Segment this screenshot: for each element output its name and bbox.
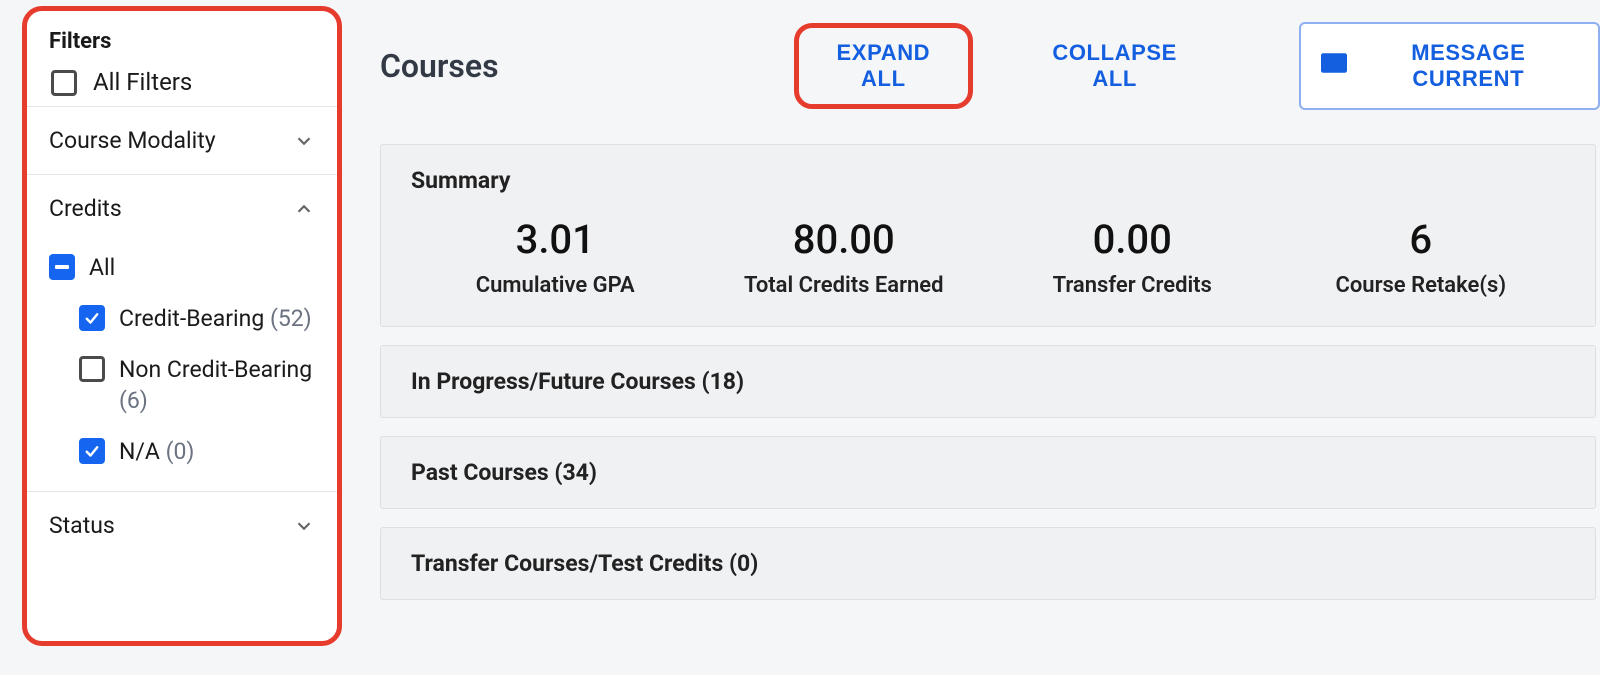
- credits-non-credit-row[interactable]: Non Credit-Bearing (6): [49, 344, 315, 426]
- all-filters-checkbox[interactable]: [51, 70, 77, 96]
- filter-group-status-header[interactable]: Status: [27, 492, 337, 559]
- stat-label: Cumulative GPA: [421, 273, 690, 298]
- filter-group-modality-header[interactable]: Course Modality: [27, 107, 337, 174]
- filter-group-status-label: Status: [49, 512, 115, 539]
- stat-transfer-credits: 0.00 Transfer Credits: [988, 212, 1277, 318]
- chevron-down-icon: [293, 130, 315, 152]
- chevron-down-icon: [293, 515, 315, 537]
- stat-course-retakes: 6 Course Retake(s): [1277, 212, 1566, 318]
- credits-credit-bearing-checkbox[interactable]: [79, 305, 105, 331]
- stat-label: Total Credits Earned: [710, 273, 979, 298]
- mail-icon: [1321, 53, 1347, 79]
- credits-non-credit-label: Non Credit-Bearing (6): [119, 354, 315, 416]
- credits-na-label: N/A (0): [119, 436, 194, 467]
- section-in-progress[interactable]: In Progress/Future Courses (18): [380, 345, 1596, 418]
- filter-group-modality-label: Course Modality: [49, 127, 216, 154]
- stat-value: 3.01: [421, 216, 690, 263]
- expand-all-highlight: EXPAND ALL: [794, 23, 973, 109]
- all-filters-row[interactable]: All Filters: [47, 66, 317, 106]
- collapse-all-button[interactable]: COLLAPSE ALL: [1015, 28, 1215, 104]
- credits-all-row[interactable]: All: [49, 242, 315, 293]
- credits-all-label: All: [89, 252, 115, 283]
- main-content: Courses EXPAND ALL COLLAPSE ALL MESSAGE …: [346, 2, 1600, 675]
- filters-title: Filters: [49, 29, 317, 54]
- section-past-title: Past Courses (34): [411, 459, 597, 486]
- summary-title: Summary: [411, 167, 1565, 194]
- section-transfer-title: Transfer Courses/Test Credits (0): [411, 550, 758, 577]
- message-current-label: MESSAGE CURRENT: [1361, 40, 1576, 92]
- summary-panel: Summary 3.01 Cumulative GPA 80.00 Total …: [380, 144, 1596, 327]
- expand-all-button[interactable]: EXPAND ALL: [799, 28, 968, 104]
- filter-group-credits-header[interactable]: Credits: [27, 175, 337, 242]
- credits-all-checkbox[interactable]: [49, 254, 75, 280]
- page-title: Courses: [380, 47, 710, 85]
- filter-group-credits: Credits All Credit-Bearing (52): [27, 174, 337, 491]
- stat-value: 0.00: [998, 216, 1267, 263]
- credits-credit-bearing-row[interactable]: Credit-Bearing (52): [49, 293, 315, 344]
- credits-non-credit-checkbox[interactable]: [79, 356, 105, 382]
- all-filters-label: All Filters: [93, 68, 192, 96]
- stat-value: 80.00: [710, 216, 979, 263]
- section-in-progress-title: In Progress/Future Courses (18): [411, 368, 744, 395]
- credits-na-checkbox[interactable]: [79, 438, 105, 464]
- filter-group-status: Status: [27, 491, 337, 559]
- stat-value: 6: [1287, 216, 1556, 263]
- stat-label: Course Retake(s): [1287, 273, 1556, 298]
- message-current-button[interactable]: MESSAGE CURRENT: [1299, 22, 1600, 110]
- stat-total-credits: 80.00 Total Credits Earned: [700, 212, 989, 318]
- filter-group-credits-label: Credits: [49, 195, 122, 222]
- stat-cumulative-gpa: 3.01 Cumulative GPA: [411, 212, 700, 318]
- credits-credit-bearing-label: Credit-Bearing (52): [119, 303, 312, 334]
- section-past-courses[interactable]: Past Courses (34): [380, 436, 1596, 509]
- stat-label: Transfer Credits: [998, 273, 1267, 298]
- filters-panel: Filters All Filters Course Modality Cred…: [22, 6, 342, 646]
- section-transfer-courses[interactable]: Transfer Courses/Test Credits (0): [380, 527, 1596, 600]
- credits-na-row[interactable]: N/A (0): [49, 426, 315, 477]
- chevron-up-icon: [293, 198, 315, 220]
- main-header: Courses EXPAND ALL COLLAPSE ALL MESSAGE …: [380, 22, 1600, 110]
- filter-group-modality: Course Modality: [27, 106, 337, 174]
